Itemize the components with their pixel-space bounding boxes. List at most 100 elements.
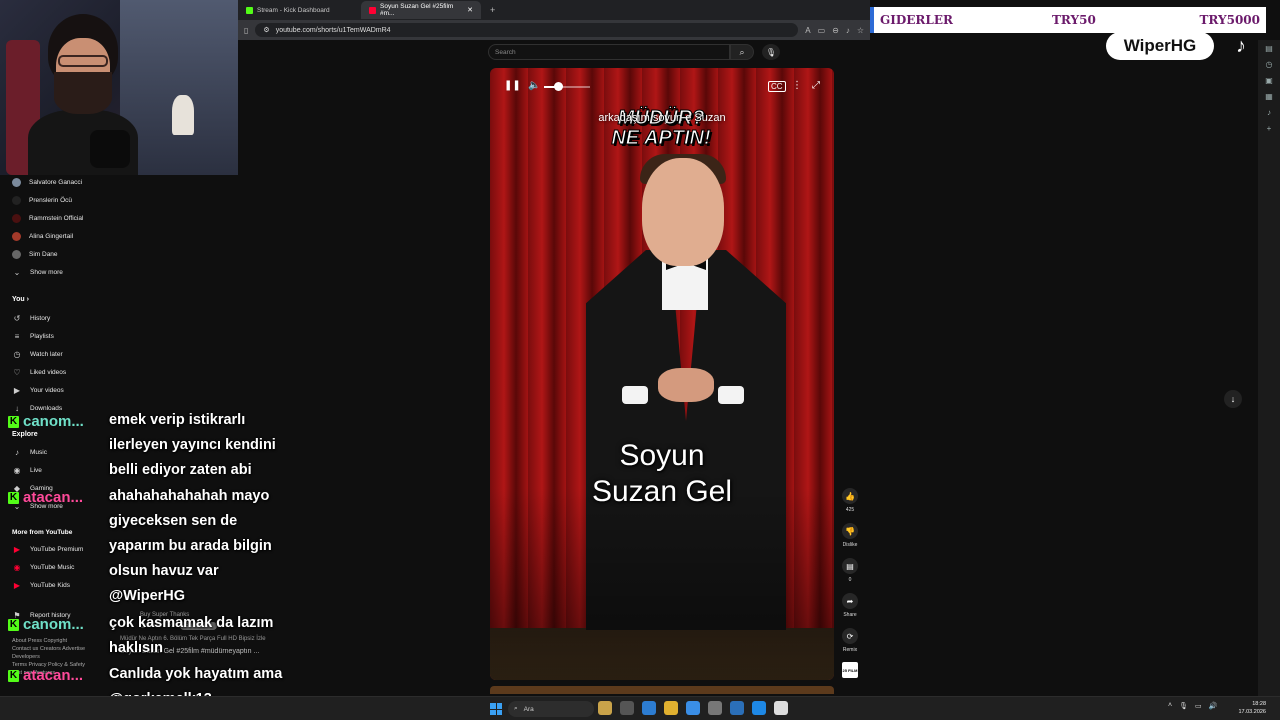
playlist-icon: ≡ [14, 331, 20, 341]
subscription-salvatore-ganacci[interactable]: Salvatore Ganacci [0, 175, 108, 189]
thumbs-up-icon[interactable]: 👍 [842, 488, 858, 504]
url-field[interactable]: ⚙ youtube.com/shorts/u1TemWADmR4 [255, 23, 799, 37]
streamer-name-badge: WiperHG [1106, 32, 1214, 60]
performer-cuff-right [718, 386, 744, 404]
app-icon[interactable] [752, 701, 766, 715]
video-title-overlay: Soyun Suzan Gel [490, 438, 834, 510]
share-icon[interactable]: ➦ [842, 593, 858, 609]
show-more-subscriptions[interactable]: ⌄ Show more [0, 265, 108, 279]
side-panel-reading-icon[interactable]: ▦ [1265, 92, 1273, 101]
new-tab-icon[interactable]: + [484, 5, 501, 15]
remix-icon[interactable]: ⟳ [842, 628, 858, 644]
youtube-favicon-icon [369, 6, 376, 14]
side-panel-wallet-icon[interactable]: ▣ [1265, 76, 1273, 85]
chat-username-label: canom... [23, 616, 84, 633]
sidebar-item-liked-videos[interactable]: ♡ Liked videos [0, 365, 108, 379]
sidebar-item-label: Watch later [30, 350, 63, 358]
close-tab-icon[interactable]: ✕ [467, 6, 473, 14]
you-section-heading[interactable]: You › [12, 296, 29, 303]
remix-action[interactable]: ⟳ Remix [840, 628, 860, 653]
chevron-down-icon: ⌄ [13, 267, 21, 277]
taskbar-clock[interactable]: 18:28 17.03.2026 [1222, 700, 1266, 716]
app-icon[interactable] [730, 701, 744, 715]
chat-text-line: belli ediyor zaten abi [109, 462, 252, 478]
channel-avatar [12, 195, 21, 205]
channel-avatar [12, 231, 21, 241]
subscription-label: Prenslerin Öcü [29, 196, 72, 204]
chat-username: Katacan... [8, 667, 83, 684]
url-text: youtube.com/shorts/u1TemWADmR4 [275, 26, 391, 34]
browser-app-icon[interactable] [642, 701, 656, 715]
performer-cuff-left [622, 386, 648, 404]
volume-slider[interactable] [544, 82, 590, 91]
side-panel-history-icon[interactable]: ◷ [1266, 60, 1273, 69]
volume-handle[interactable] [553, 82, 563, 91]
subscription-alina-gingertail[interactable]: Alina Gingertail [0, 229, 108, 243]
edge-icon[interactable] [686, 701, 700, 715]
side-panel-add-icon[interactable]: + [1267, 124, 1272, 133]
video-icon: ▶ [13, 385, 21, 395]
windows-taskbar: ⌕ Ara ˄ 🎙 ▭ 🔊 18:28 17.03.2026 [0, 696, 1280, 720]
comments-action[interactable]: ▤ 0 [840, 558, 860, 583]
chat-text-line: çok kasmamak da lazım [109, 615, 274, 631]
youtube-search-input[interactable]: Search [488, 44, 730, 60]
dislike-action[interactable]: 👎 Dislike [840, 523, 860, 548]
app-icon[interactable] [774, 701, 788, 715]
sidebar-item-history[interactable]: ↺ History [0, 311, 108, 325]
sidebar-item-playlists[interactable]: ≡ Playlists [0, 329, 108, 343]
microphone-icon: 🎙 [765, 47, 777, 57]
pause-icon[interactable]: ❚❚ [504, 80, 521, 91]
comment-icon[interactable]: ▤ [842, 558, 858, 574]
widget-icon[interactable] [598, 701, 612, 715]
channel-avatar-badge[interactable]: 25 FILM [842, 662, 858, 678]
volume-icon[interactable]: 🔈 [528, 80, 540, 91]
star-icon[interactable]: ☆ [857, 26, 864, 35]
like-action[interactable]: 👍 425 [840, 488, 860, 513]
windows-start-icon[interactable] [490, 703, 502, 715]
mic-tray-icon[interactable]: 🎙 [1179, 702, 1188, 710]
screenshot-icon[interactable]: ▭ [818, 26, 826, 35]
system-tray: ˄ 🎙 ▭ 🔊 [1168, 702, 1217, 710]
file-explorer-icon[interactable] [664, 701, 678, 715]
network-icon[interactable]: ▭ [1195, 702, 1202, 710]
more-options-icon[interactable]: ⋮ [792, 80, 802, 91]
next-short-button[interactable]: ↓ [1224, 390, 1242, 408]
tab-label: Stream - Kick Dashboard [257, 6, 330, 14]
subscription-sim-dane[interactable]: Sim Dane [0, 247, 108, 261]
chat-text-line: giyeceksen sen de [109, 513, 238, 529]
history-icon: ↺ [13, 313, 21, 323]
browser-address-bar: ▯ ⚙ youtube.com/shorts/u1TemWADmR4 A ▭ ⊖… [238, 20, 870, 40]
task-view-icon[interactable] [620, 701, 634, 715]
taskbar-search[interactable]: ⌕ Ara [508, 701, 594, 717]
next-short-preview[interactable] [490, 686, 834, 694]
speaker-icon[interactable]: 🔊 [1209, 702, 1218, 710]
youtube-search-button[interactable]: ⌕ [730, 44, 754, 60]
subscription-rammstein[interactable]: Rammstein Official [0, 211, 108, 225]
side-panel-music-icon[interactable]: ♪ [1267, 108, 1271, 117]
tab-kick-dashboard[interactable]: Stream - Kick Dashboard [238, 1, 358, 19]
remix-label: Remix [842, 647, 858, 653]
sidebar-item-watch-later[interactable]: ◷ Watch later [0, 347, 108, 361]
voice-search-button[interactable]: 🎙 [762, 44, 780, 60]
translate-icon[interactable]: A [805, 26, 810, 35]
chat-text-line: ilerleyen yayıncı kendini [109, 437, 276, 453]
share-action[interactable]: ➦ Share [840, 593, 860, 618]
chevron-up-icon[interactable]: ˄ [1168, 702, 1172, 710]
tab-youtube-short[interactable]: Soyun Suzan Gel #25film #m... ✕ [361, 1, 481, 19]
captions-icon[interactable]: CC [768, 81, 786, 92]
bookmark-icon[interactable]: ▯ [244, 26, 248, 35]
app-icon[interactable] [708, 701, 722, 715]
chat-username: Katacan... [8, 489, 83, 506]
comment-count: 0 [848, 577, 852, 583]
sidebar-item-your-videos[interactable]: ▶ Your videos [0, 383, 108, 397]
fullscreen-icon[interactable]: ⤢ [812, 80, 820, 91]
site-info-icon[interactable]: ⚙ [263, 26, 269, 34]
tiktok-logo-icon: ♪ [1236, 34, 1246, 57]
music-icon[interactable]: ♪ [846, 26, 850, 35]
thumbs-down-icon[interactable]: 👎 [842, 523, 858, 539]
shorts-video-player[interactable]: MÜDÜR? NE APTIN! arkadaşım soyun e Suzan… [490, 68, 834, 680]
subscription-prenslerin-ocu[interactable]: Prenslerin Öcü [0, 193, 108, 207]
zoom-icon[interactable]: ⊖ [832, 26, 839, 35]
side-panel-bookmark-icon[interactable]: ▤ [1265, 44, 1273, 53]
browser-tab-bar: Stream - Kick Dashboard Soyun Suzan Gel … [238, 0, 870, 20]
